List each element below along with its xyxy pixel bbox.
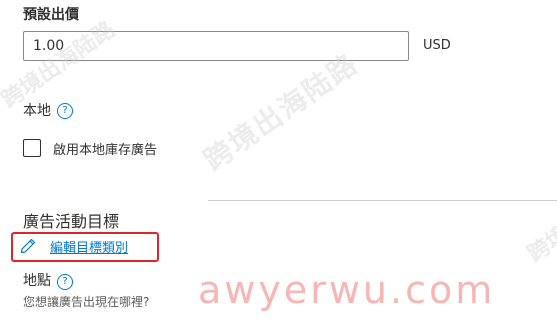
watermark-text: 跨境出海陆路 [0, 17, 120, 114]
watermark-url: awyerwu.com [198, 268, 496, 312]
location-question-text: 您想讓廣告出現在哪裡? [23, 295, 150, 309]
local-inventory-checkbox[interactable] [23, 139, 41, 157]
currency-label: USD [423, 38, 451, 53]
location-section-label: 地點 [23, 273, 51, 289]
watermark-text: 跨境出海陆路 [197, 46, 365, 178]
pencil-icon[interactable] [20, 238, 36, 254]
question-circle-icon[interactable]: ? [57, 103, 73, 119]
local-inventory-checkbox-label[interactable]: 啟用本地庫存廣告 [53, 139, 157, 158]
default-bid-input[interactable] [23, 31, 409, 61]
default-bid-label: 預設出價 [23, 7, 79, 23]
campaign-goal-heading: 廣告活動目標 [23, 212, 120, 231]
local-section-label: 本地 [23, 103, 51, 119]
watermark-text: 跨境出海陆路 [523, 171, 557, 268]
ad-settings-panel: 預設出價 USD 本地 ? 啟用本地庫存廣告 廣告活動目標 編輯目標類別 地點 … [0, 0, 557, 327]
edit-goal-category-link[interactable]: 編輯目標類別 [50, 237, 128, 256]
question-circle-icon[interactable]: ? [57, 274, 73, 290]
section-divider [208, 200, 557, 201]
